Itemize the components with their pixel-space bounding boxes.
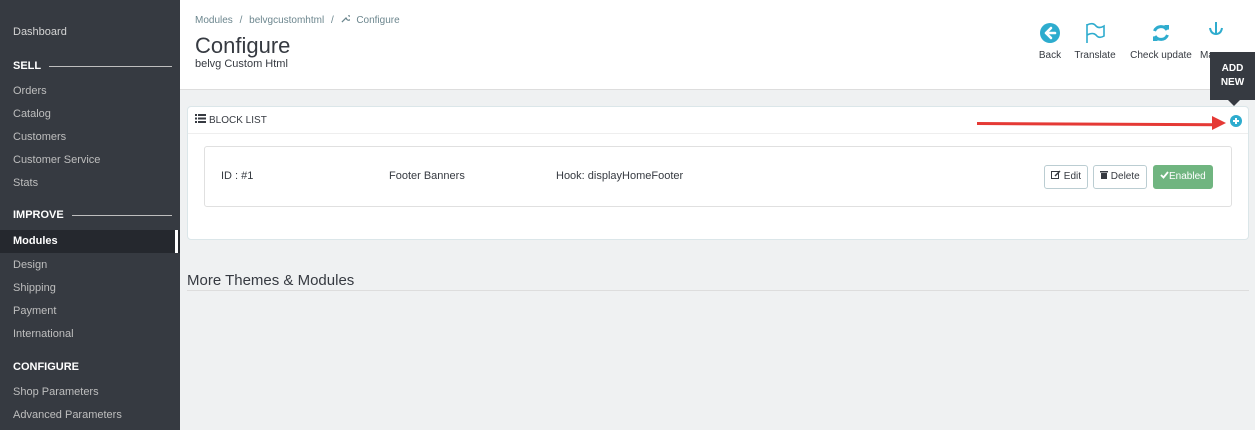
list-icon [195,107,206,134]
sidebar-item-modules[interactable]: Modules [0,230,180,253]
sidebar: Dashboard SELL Orders Catalog Customers … [0,0,180,430]
sidebar-item-shop-parameters[interactable]: Shop Parameters [0,381,180,404]
panel-title: BLOCK LIST [209,115,267,127]
add-new-tooltip: ADD NEW [1210,52,1255,106]
check-icon [1160,171,1169,182]
back-label: Back [1038,50,1062,61]
page-title: Configure [195,33,291,58]
check-update-button[interactable]: Check update [1125,22,1197,61]
edit-icon [1051,170,1061,182]
breadcrumb-separator: / [239,15,243,26]
sidebar-item-dashboard[interactable]: Dashboard [13,26,67,38]
enabled-toggle[interactable]: Enabled [1153,165,1213,189]
block-id: ID : #1 [221,170,254,182]
sidebar-item-payment[interactable]: Payment [0,300,180,323]
block-list-panel: BLOCK LIST ID : #1 Footer Banners Hook: … [187,106,1249,240]
add-circle-icon[interactable] [1230,115,1242,127]
block-row: ID : #1 Footer Banners Hook: displayHome… [204,146,1232,207]
sidebar-item-shipping[interactable]: Shipping [0,277,180,300]
refresh-icon [1125,22,1197,44]
translate-label: Translate [1074,50,1116,61]
annotation-arrow-head [1212,116,1226,130]
sidebar-item-customers[interactable]: Customers [0,126,180,149]
sidebar-item-international[interactable]: International [0,323,180,346]
sidebar-item-design[interactable]: Design [0,254,180,277]
panel-heading: BLOCK LIST [188,107,1248,134]
sidebar-section-label: CONFIGURE [13,361,79,373]
sidebar-section-improve: IMPROVE [0,205,180,225]
translate-button[interactable]: Translate [1070,22,1120,61]
more-themes-title: More Themes & Modules [187,272,355,289]
anchor-icon [1208,22,1230,36]
translate-flag-icon [1070,22,1120,44]
delete-button[interactable]: Delete [1093,165,1147,189]
block-name: Footer Banners [389,170,465,182]
sidebar-item-customer-service[interactable]: Customer Service [0,149,180,172]
block-hook: Hook: displayHomeFooter [556,170,684,182]
edit-button[interactable]: Edit [1044,165,1089,189]
sidebar-section-sell: SELL [0,56,180,76]
breadcrumb-separator: / [330,15,334,26]
edit-label: Edit [1063,171,1082,182]
trash-icon [1100,171,1108,182]
breadcrumb-module[interactable]: belvgcustomhtml [249,15,324,26]
back-button[interactable]: Back [1035,22,1065,61]
breadcrumb-modules[interactable]: Modules [195,15,233,26]
sidebar-section-configure: CONFIGURE [0,357,180,377]
sidebar-item-advanced-parameters[interactable]: Advanced Parameters [0,404,180,427]
sidebar-section-label: SELL [13,60,42,72]
page-header: Modules / belvgcustomhtml / Configure Co… [180,0,1255,90]
delete-label: Delete [1110,171,1140,182]
sidebar-item-stats[interactable]: Stats [0,172,180,195]
tooltip-line: NEW [1220,77,1245,88]
breadcrumb: Modules / belvgcustomhtml / Configure [195,14,404,26]
page-subtitle: belvg Custom Html [195,58,288,70]
sidebar-item-orders[interactable]: Orders [0,80,180,103]
divider [187,290,1249,291]
check-update-label: Check update [1130,50,1192,61]
sidebar-item-catalog[interactable]: Catalog [0,103,180,126]
breadcrumb-current: Configure [356,15,400,26]
sidebar-section-label: IMPROVE [13,209,64,221]
back-icon [1035,22,1065,44]
enabled-label: Enabled [1169,171,1206,182]
wrench-icon [340,15,353,26]
tooltip-line: ADD [1221,63,1244,74]
